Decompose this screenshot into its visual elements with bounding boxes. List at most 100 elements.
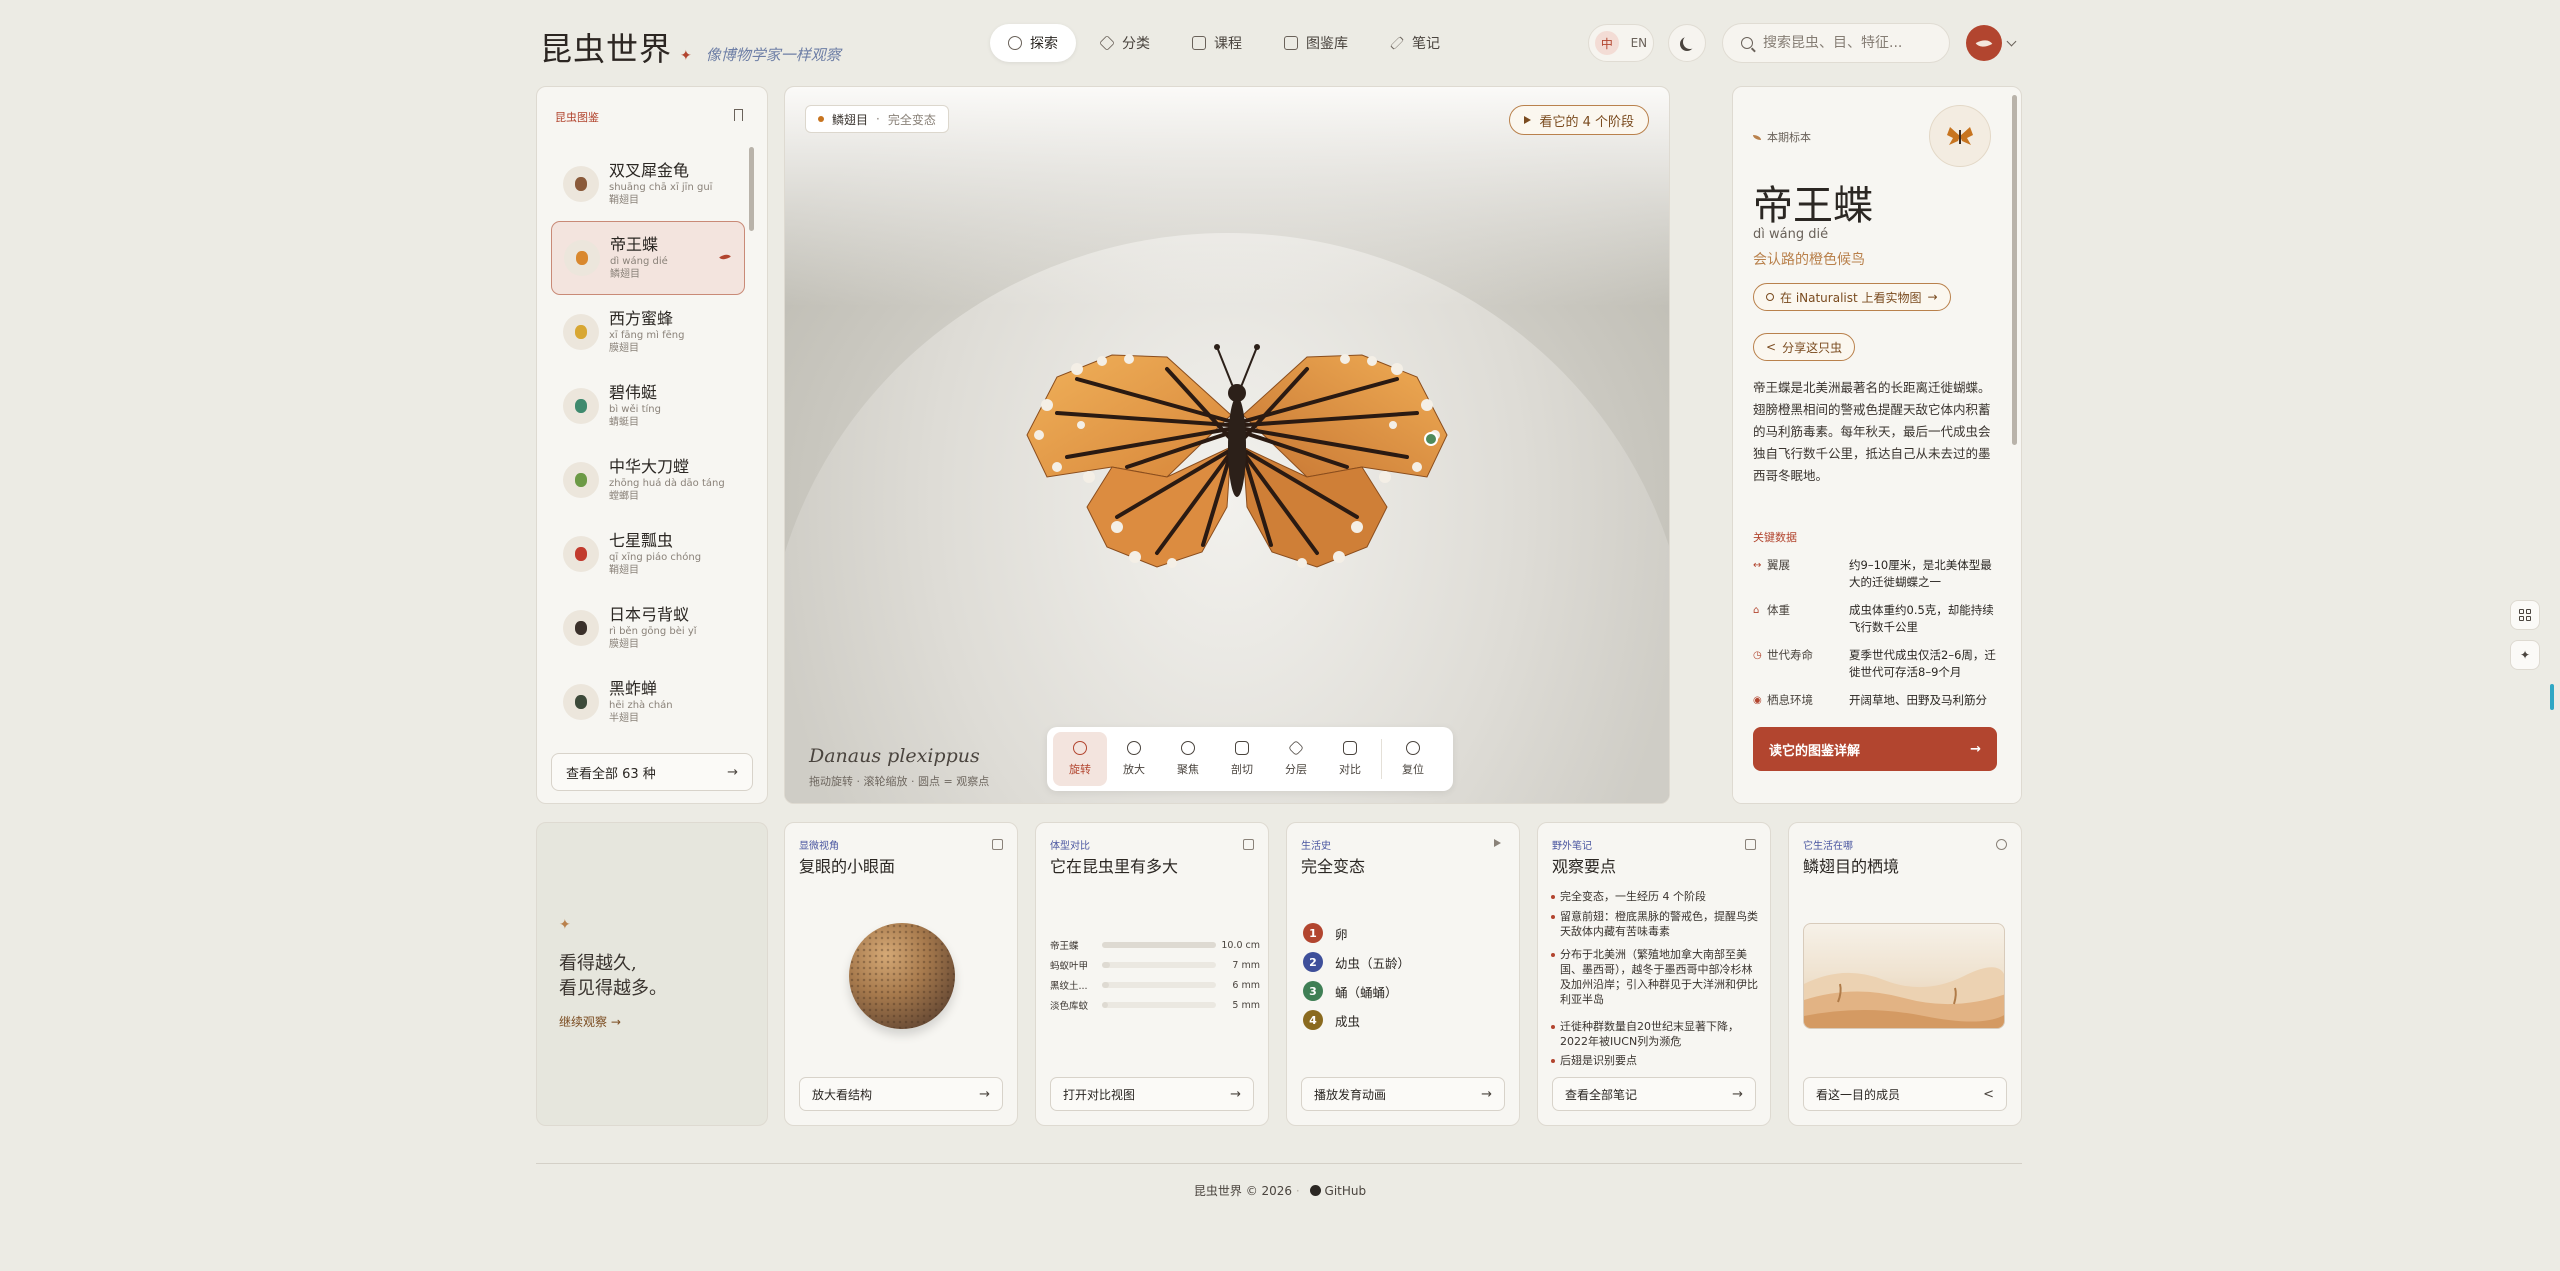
life-stage[interactable]: 2 幼虫（五龄） — [1303, 952, 1410, 972]
brand[interactable]: 昆虫世界 ✦ 像博物学家一样观察 — [540, 24, 841, 70]
continue-link[interactable]: 继续观察 → — [559, 1013, 621, 1030]
sidebar-item-name: 七星瓢虫 — [609, 530, 674, 550]
sidebar-item-pinyin: bì wěi tíng — [609, 403, 661, 415]
inaturalist-link[interactable]: 在 iNaturalist 上看实物图 → — [1753, 283, 1951, 311]
key-label: 世代寿命 — [1767, 648, 1813, 662]
life-stage[interactable]: 1卵 — [1303, 923, 1348, 943]
nav-explore[interactable]: 探索 — [990, 24, 1076, 62]
read-label: 读它的图鉴详解 — [1769, 743, 1861, 759]
assistant-button[interactable]: ✦ — [2510, 640, 2540, 670]
note-icon[interactable] — [1745, 839, 1756, 850]
info-scrollbar[interactable] — [2012, 95, 2017, 445]
github-link[interactable]: GitHub — [1325, 1184, 1367, 1198]
sidebar-scrollbar[interactable] — [749, 147, 755, 817]
tool-label: 聚焦 — [1177, 763, 1199, 776]
lang-en[interactable]: EN — [1631, 36, 1648, 50]
grid-view-button[interactable] — [2510, 600, 2540, 630]
tool-zoom[interactable]: 放大 — [1107, 732, 1161, 786]
size-bar-fill — [1102, 962, 1110, 968]
card-tag: 生活史 — [1301, 841, 1331, 852]
sidebar-item-text: 帝王蝶 dì wáng dié 鳞翅目 — [610, 235, 668, 282]
tool-compare[interactable]: 对比 — [1323, 732, 1377, 786]
gallery-icon — [1284, 36, 1298, 50]
insect-icon — [563, 462, 599, 498]
tool-rotate[interactable]: 旋转 — [1053, 732, 1107, 786]
chevron-down-icon[interactable] — [2006, 36, 2017, 47]
sidebar-item-order: 鞘翅目 — [609, 564, 639, 576]
search-input[interactable] — [1763, 35, 1933, 51]
tool-reset[interactable]: 复位 — [1386, 732, 1440, 786]
size-value: 5 mm — [1232, 999, 1260, 1011]
tool-focus[interactable]: 聚焦 — [1161, 732, 1215, 786]
bookmark-icon[interactable] — [734, 109, 743, 121]
size-row: 蚂蚁叶甲 7 mm — [1050, 957, 1260, 973]
nav-label: 分类 — [1122, 36, 1150, 52]
sidebar-item-text: 西方蜜蜂 xī fāng mì fēng 膜翅目 — [609, 309, 684, 356]
nav-notes[interactable]: 笔记 — [1372, 24, 1458, 62]
card-action-button[interactable]: 打开对比视图 → — [1050, 1077, 1254, 1111]
tool-section[interactable]: 剖切 — [1215, 732, 1269, 786]
card-action-button[interactable]: 放大看结构 → — [799, 1077, 1003, 1111]
size-row: 黑纹土... 6 mm — [1050, 977, 1260, 993]
sidebar-item-order: 膜翅目 — [609, 638, 639, 650]
key-data-title: 关键数据 — [1753, 531, 1797, 544]
nav-courses[interactable]: 课程 — [1174, 24, 1260, 62]
edge-indicator — [2550, 684, 2554, 710]
read-detail-button[interactable]: 读它的图鉴详解 → — [1753, 727, 1997, 771]
card-action-button[interactable]: 播放发育动画 → — [1301, 1077, 1505, 1111]
lang-zh[interactable]: 中 — [1594, 31, 1619, 55]
key-value: 开阔草地、田野及马利筋分 — [1849, 693, 1987, 707]
note-item: 后翅是识别要点 — [1551, 1053, 1760, 1068]
user-avatar[interactable] — [1966, 25, 2002, 61]
theme-toggle-button[interactable] — [1668, 24, 1706, 62]
sidebar-item-name: 西方蜜蜂 — [609, 308, 674, 328]
species-name: 帝王蝶 — [1753, 183, 1873, 229]
tool-layers[interactable]: 分层 — [1269, 732, 1323, 786]
size-bar — [1102, 962, 1216, 968]
sidebar-item[interactable]: 双叉犀金龟 shuāng chā xī jīn guī 鞘翅目 — [551, 147, 745, 221]
sidebar-item[interactable]: 帝王蝶 dì wáng dié 鳞翅目 — [551, 221, 745, 295]
life-stage[interactable]: 4 成虫 — [1303, 1010, 1360, 1030]
arrow-right-icon: → — [1732, 1086, 1743, 1102]
footer-separator: · — [1295, 1184, 1304, 1198]
sidebar-item[interactable]: 日本弓背蚁 rì běn gōng bèi yǐ 膜翅目 — [551, 591, 745, 665]
card-action-button[interactable]: 查看全部笔记 → — [1552, 1077, 1756, 1111]
brand-title[interactable]: 昆虫世界 — [540, 24, 672, 70]
share-button[interactable]: < 分享这只虫 — [1753, 333, 1856, 361]
play-icon[interactable] — [1494, 839, 1505, 850]
card-title: 观察要点 — [1552, 857, 1617, 876]
nav-gallery[interactable]: 图鉴库 — [1266, 24, 1366, 62]
leaf-icon — [1975, 35, 1993, 51]
sidebar-item[interactable]: 七星瓢虫 qī xīng piáo chóng 鞘翅目 — [551, 517, 745, 591]
chip-separator: · — [876, 112, 880, 126]
stage-number: 1 — [1303, 923, 1323, 943]
sidebar-item[interactable]: 西方蜜蜂 xī fāng mì fēng 膜翅目 — [551, 295, 745, 369]
nav-classify[interactable]: 分类 — [1082, 24, 1168, 62]
sidebar-item-text: 七星瓢虫 qī xīng piáo chóng 鞘翅目 — [609, 531, 701, 578]
clock-icon: ◷ — [1753, 650, 1762, 661]
sidebar-scroll-thumb[interactable] — [749, 147, 754, 231]
size-bar — [1102, 942, 1216, 948]
card-action-button[interactable]: 看这一目的成员 < — [1803, 1077, 2007, 1111]
search-box[interactable] — [1722, 23, 1950, 63]
life-stage[interactable]: 3 蛹（蛹蛹） — [1303, 981, 1398, 1001]
sidebar-item[interactable]: 中华大刀螳 zhōng huá dà dāo táng 螳螂目 — [551, 443, 745, 517]
leaf-icon[interactable] — [1996, 839, 2007, 850]
insect-icon — [563, 314, 599, 350]
sidebar-item[interactable]: 黑蚱蝉 hēi zhà chán 半翅目 — [551, 665, 745, 739]
grid-icon[interactable] — [1243, 839, 1254, 850]
view-stages-button[interactable]: 看它的 4 个阶段 — [1509, 105, 1649, 135]
key-label: 体重 — [1767, 603, 1790, 617]
microscope-icon[interactable] — [992, 839, 1003, 850]
sidebar-item[interactable]: 碧伟蜓 bì wěi tíng 蜻蜓目 — [551, 369, 745, 443]
butterfly-model[interactable] — [1017, 317, 1457, 577]
quote-line: 看得越久, — [559, 953, 637, 974]
sidebar-item-name: 双叉犀金龟 — [609, 160, 690, 180]
view-all-button[interactable]: 查看全部 63 种 → — [551, 753, 753, 791]
size-bar-fill — [1102, 942, 1216, 948]
model-viewer[interactable]: 鳞翅目 · 完全变态 看它的 4 个阶段 Danaus plexippus 拖动… — [784, 86, 1670, 804]
stage-label: 成虫 — [1335, 1013, 1361, 1029]
card-title: 鳞翅目的栖境 — [1803, 857, 1900, 876]
key-data-row: ⌂ 体重 成虫体重约0.5克，却能持续飞行数千公里 — [1753, 602, 2003, 636]
language-switch[interactable]: 中 EN — [1588, 24, 1654, 62]
